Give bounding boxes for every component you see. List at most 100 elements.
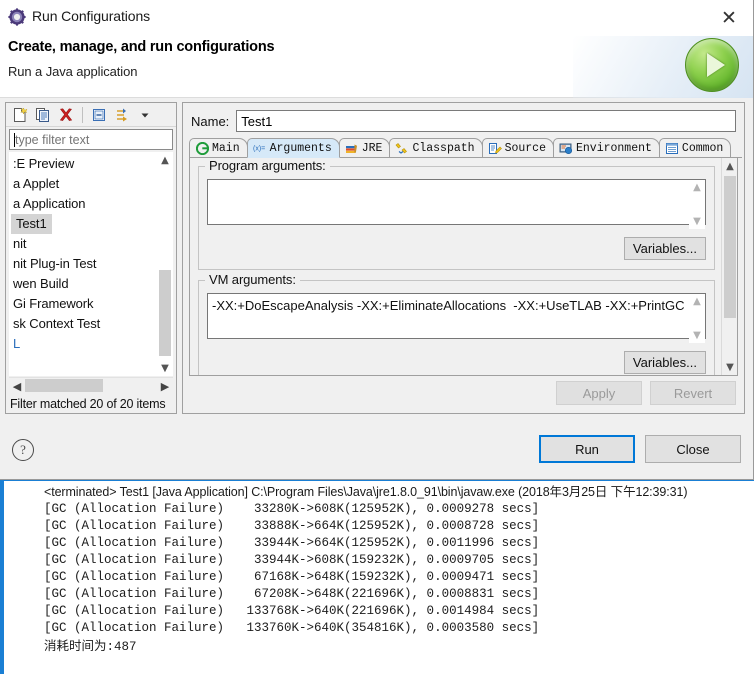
- page-title: Create, manage, and run configurations: [8, 39, 275, 55]
- program-arguments-actions: Variables...: [207, 237, 706, 260]
- delete-configuration-icon[interactable]: [56, 105, 76, 125]
- console-elapsed-value: :487: [106, 640, 137, 654]
- vm-arguments-group: VM arguments: ▲ ▼ Variables...: [198, 272, 715, 375]
- run-configurations-dialog: Run Configurations ✕ Create, manage, and…: [0, 0, 754, 480]
- configuration-tabs: Main (x)= Arguments JRE Classpath Source…: [189, 138, 744, 158]
- list-item[interactable]: nit: [9, 234, 157, 254]
- run-configurations-icon: [8, 8, 26, 26]
- configuration-editor-panel: Name: Main (x)= Arguments: [182, 102, 745, 414]
- configurations-tree-panel: :E Preview a Applet a Application Test1 …: [5, 102, 177, 414]
- new-configuration-icon[interactable]: [10, 105, 30, 125]
- chevron-up-icon[interactable]: ▲: [722, 158, 737, 174]
- chevron-up-icon[interactable]: ▲: [157, 152, 173, 168]
- console-elapsed-line: 消耗时间为:487: [44, 637, 754, 656]
- chevron-right-icon[interactable]: ▶: [157, 379, 173, 394]
- vm-arguments-actions: Variables...: [207, 351, 706, 374]
- tab-environment-label: Environment: [576, 141, 652, 155]
- tab-arguments-label: Arguments: [269, 141, 332, 155]
- green-run-play-icon: [685, 38, 739, 92]
- close-icon[interactable]: ✕: [715, 5, 743, 31]
- console-elapsed-label: 消耗时间为: [44, 638, 107, 653]
- arguments-tab-icon: (x)=: [253, 141, 267, 155]
- tab-main[interactable]: Main: [189, 138, 248, 158]
- dialog-header: Create, manage, and run configurations R…: [0, 36, 753, 98]
- tab-environment[interactable]: Environment: [553, 138, 660, 158]
- main-tab-icon: [195, 141, 209, 155]
- tab-jre[interactable]: JRE: [338, 138, 391, 158]
- configurations-toolbar: [6, 103, 176, 127]
- console-line: [GC (Allocation Failure) 67208K->648K(22…: [44, 587, 540, 601]
- tab-jre-label: JRE: [361, 141, 383, 155]
- tab-common[interactable]: Common: [658, 138, 732, 158]
- tab-source[interactable]: Source: [481, 138, 554, 158]
- configurations-list: :E Preview a Applet a Application Test1 …: [9, 152, 173, 376]
- arguments-tab-content: Program arguments: ▲ ▼ Variables... VM a…: [189, 158, 738, 376]
- footer-buttons: Run Close: [539, 435, 741, 463]
- tab-classpath[interactable]: Classpath: [389, 138, 483, 158]
- program-variables-button[interactable]: Variables...: [623, 237, 706, 260]
- arguments-scroll-area: Program arguments: ▲ ▼ Variables... VM a…: [190, 158, 721, 375]
- console-view: <terminated> Test1 [Java Application] C:…: [0, 478, 754, 674]
- list-item[interactable]: a Application: [9, 194, 157, 214]
- view-menu-chevron-icon[interactable]: [135, 105, 155, 125]
- console-line: [GC (Allocation Failure) 33280K->608K(12…: [44, 502, 540, 516]
- screen: <terminated> Test1 [Java Application] C:…: [0, 0, 754, 674]
- name-row: Name:: [183, 103, 744, 132]
- list-item-selected[interactable]: Test1: [11, 214, 52, 234]
- dialog-titlebar: Run Configurations ✕: [0, 0, 753, 36]
- filter-icon[interactable]: [112, 105, 132, 125]
- console-output[interactable]: <terminated> Test1 [Java Application] C:…: [4, 481, 754, 674]
- name-label: Name:: [191, 113, 230, 129]
- chevron-left-icon[interactable]: ◀: [9, 379, 25, 394]
- tab-common-label: Common: [681, 141, 724, 155]
- vm-variables-button[interactable]: Variables...: [623, 351, 706, 374]
- list-vertical-scrollbar[interactable]: ▲ ▼: [157, 152, 173, 376]
- apply-button[interactable]: Apply: [556, 381, 642, 405]
- arguments-vertical-scrollbar[interactable]: ▲ ▼: [721, 158, 737, 375]
- close-button[interactable]: Close: [645, 435, 741, 463]
- console-line: [GC (Allocation Failure) 67168K->648K(15…: [44, 570, 540, 584]
- jre-tab-icon: [345, 141, 359, 155]
- program-arguments-group: Program arguments: ▲ ▼ Variables...: [198, 158, 715, 270]
- chevron-down-icon[interactable]: ▼: [157, 360, 173, 376]
- console-line: [GC (Allocation Failure) 133760K->640K(3…: [44, 621, 540, 635]
- dialog-body: :E Preview a Applet a Application Test1 …: [0, 98, 753, 423]
- search-input[interactable]: [10, 130, 172, 149]
- tab-arguments[interactable]: (x)= Arguments: [246, 138, 340, 158]
- duplicate-configuration-icon[interactable]: [33, 105, 53, 125]
- chevron-down-icon[interactable]: ▼: [722, 359, 737, 375]
- scrollbar-thumb[interactable]: [159, 270, 171, 356]
- list-item[interactable]: L: [9, 334, 157, 354]
- collapse-all-icon[interactable]: [89, 105, 109, 125]
- program-arguments-field-wrap: ▲ ▼: [207, 179, 706, 230]
- help-icon[interactable]: ?: [12, 439, 34, 461]
- svg-text:(x)=: (x)=: [253, 146, 265, 153]
- classpath-tab-icon: [395, 141, 409, 155]
- console-line: [GC (Allocation Failure) 33888K->664K(12…: [44, 519, 540, 533]
- apply-revert-actions: Apply Revert: [556, 381, 736, 405]
- list-item[interactable]: wen Build: [9, 274, 157, 294]
- scrollbar-thumb-horizontal[interactable]: [25, 379, 103, 392]
- program-arguments-input[interactable]: [207, 179, 706, 225]
- filter-text-field[interactable]: [9, 129, 173, 150]
- scrollbar-thumb[interactable]: [724, 176, 736, 318]
- list-horizontal-scrollbar[interactable]: ◀ ▶: [9, 377, 173, 394]
- list-item[interactable]: sk Context Test: [9, 314, 157, 334]
- list-item[interactable]: :E Preview: [9, 154, 157, 174]
- revert-button[interactable]: Revert: [650, 381, 736, 405]
- common-tab-icon: [665, 141, 679, 155]
- vm-arguments-field-wrap: ▲ ▼: [207, 293, 706, 344]
- configurations-list-items: :E Preview a Applet a Application Test1 …: [9, 152, 157, 376]
- list-item[interactable]: Gi Framework: [9, 294, 157, 314]
- vm-arguments-input[interactable]: [207, 293, 706, 339]
- list-item[interactable]: a Applet: [9, 174, 157, 194]
- configuration-name-input[interactable]: [236, 110, 736, 132]
- source-tab-icon: [488, 141, 502, 155]
- environment-tab-icon: [559, 141, 573, 155]
- list-item[interactable]: nit Plug-in Test: [9, 254, 157, 274]
- run-button[interactable]: Run: [539, 435, 635, 463]
- vm-arguments-label: VM arguments:: [205, 272, 300, 287]
- filter-status-label: Filter matched 20 of 20 items: [10, 397, 166, 411]
- tab-source-label: Source: [504, 141, 546, 155]
- program-arguments-label: Program arguments:: [205, 158, 330, 173]
